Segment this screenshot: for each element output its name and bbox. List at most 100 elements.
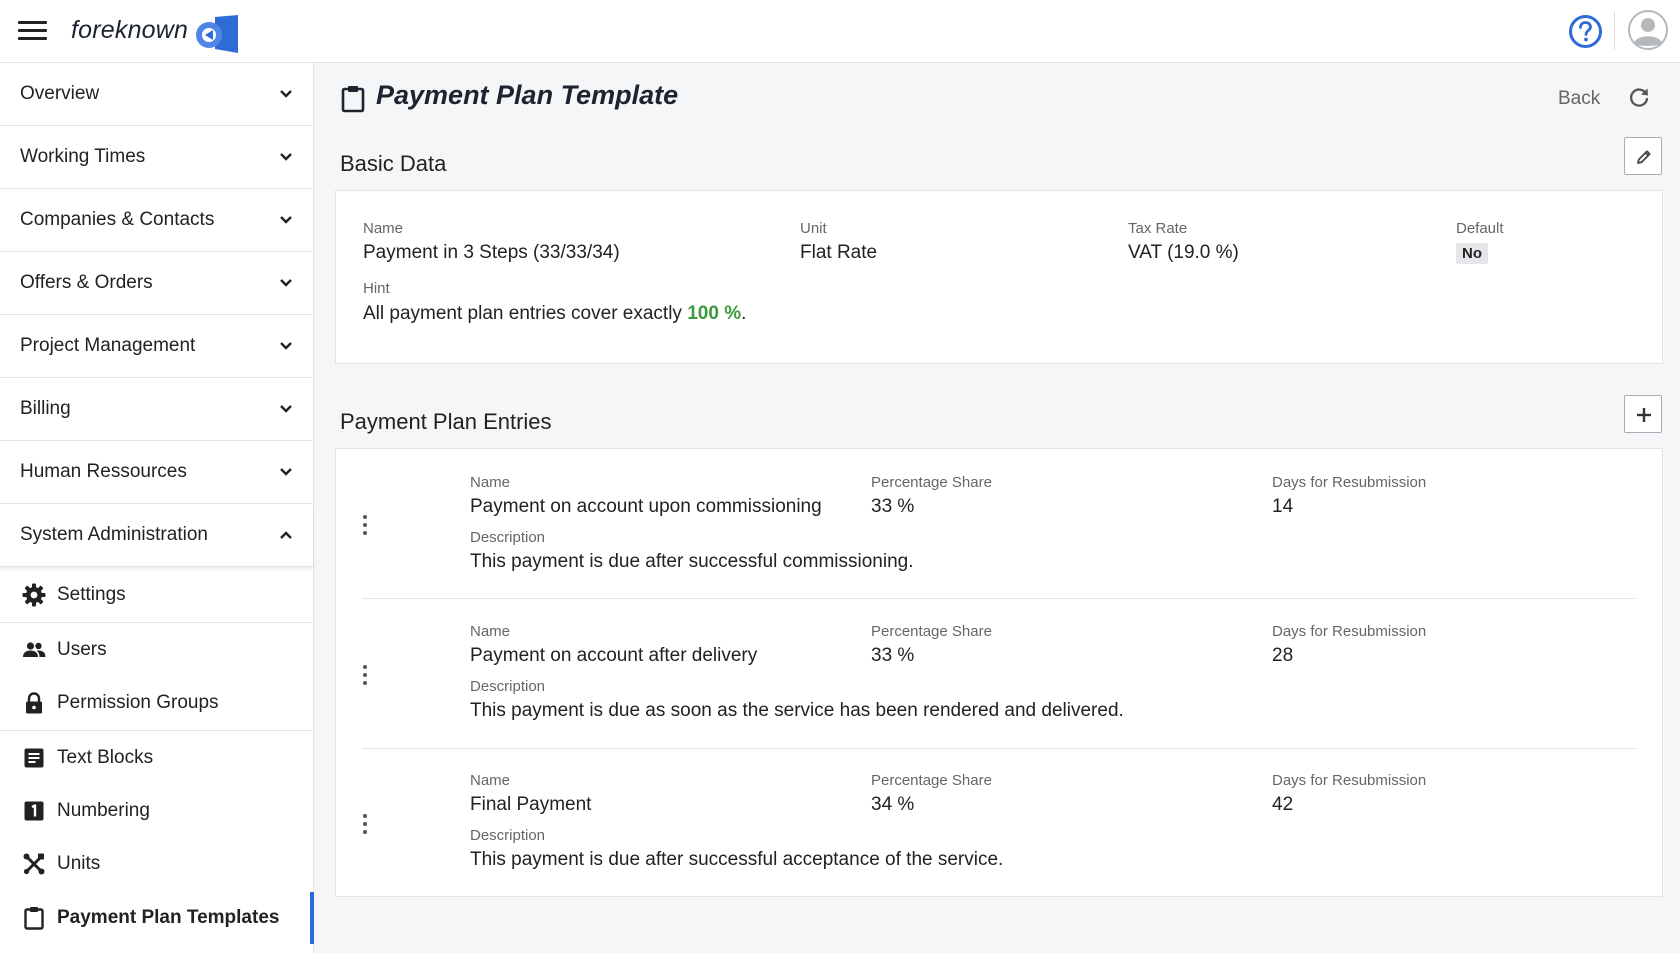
chevron-down-icon [280,216,292,224]
sidebar-group-human-ressources[interactable]: Human Ressources [0,441,313,504]
name-label: Name [363,220,404,237]
sidebar: Overview Working Times Companies & Conta… [0,63,314,953]
entry-share-value: 33 % [871,496,915,517]
active-indicator [310,892,314,944]
chevron-down-icon [280,342,292,350]
back-link[interactable]: Back [1558,88,1600,110]
sidebar-group-label: Human Ressources [20,461,187,482]
clipboard-icon [24,907,44,930]
entry-share-label: Percentage Share [871,474,992,491]
entry-description-label: Description [470,827,546,844]
hint-suffix: . [741,303,747,324]
pencil-icon [1637,150,1651,164]
sidebar-group-billing[interactable]: Billing [0,378,313,441]
sidebar-item-users[interactable]: Users [0,624,313,676]
text-document-icon [24,748,44,768]
chevron-down-icon [280,279,292,287]
hint-label: Hint [363,280,390,297]
entry-description-label: Description [470,678,546,695]
sidebar-group-working-times[interactable]: Working Times [0,126,313,189]
sidebar-group-label: Billing [20,398,71,419]
hint-prefix: All payment plan entries cover exactly [363,303,682,324]
default-badge: No [1456,243,1488,264]
basic-data-card: Name Payment in 3 Steps (33/33/34) Unit … [335,190,1663,364]
entry-name-value: Payment on account upon commissioning [470,496,822,517]
add-entry-button[interactable] [1624,395,1662,433]
default-label: Default [1456,220,1504,237]
sidebar-divider [0,622,313,623]
hamburger-icon[interactable] [18,19,47,43]
user-avatar-icon[interactable] [1628,10,1668,50]
sidebar-item-label: Users [57,639,107,660]
sidebar-group-project-management[interactable]: Project Management [0,315,313,378]
sidebar-group-label: Project Management [20,335,196,356]
unit-label: Unit [800,220,827,237]
sidebar-item-payment-plan-templates[interactable]: Payment Plan Templates [0,892,314,944]
sidebar-item-units[interactable]: Units [0,838,313,890]
logo-icon [196,15,238,53]
entries-title: Payment Plan Entries [340,409,552,434]
entry-divider [362,748,1636,749]
chevron-down-icon [280,468,292,476]
chevron-up-icon [280,531,292,539]
payment-entry: Name Final Payment Percentage Share 34 %… [360,769,1636,919]
unit-value: Flat Rate [800,242,878,263]
sidebar-item-label: Settings [57,584,126,605]
chevron-down-icon [280,153,292,161]
sidebar-item-label: Permission Groups [57,692,219,713]
tax-rate-value: VAT (19.0 %) [1128,242,1239,263]
sidebar-divider [0,730,313,731]
more-options-icon[interactable] [360,663,370,689]
refresh-icon[interactable] [1628,87,1650,109]
entry-share-label: Percentage Share [871,623,992,640]
entry-name-label: Name [470,623,511,640]
sidebar-item-permission-groups[interactable]: Permission Groups [0,677,313,729]
sidebar-group-system-administration[interactable]: System Administration [0,504,313,567]
sidebar-group-label: Working Times [20,146,146,167]
lock-icon [26,692,42,714]
sidebar-group-label: System Administration [20,524,208,545]
sidebar-group-label: Companies & Contacts [20,209,215,230]
entry-name-label: Name [470,474,511,491]
sidebar-item-numbering[interactable]: Numbering [0,785,313,837]
name-value: Payment in 3 Steps (33/33/34) [363,242,620,263]
entry-days-value: 28 [1272,645,1294,666]
sidebar-group-offers-orders[interactable]: Offers & Orders [0,252,313,315]
sidebar-item-text-blocks[interactable]: Text Blocks [0,732,313,784]
edit-button[interactable] [1624,137,1662,175]
top-divider [1614,12,1615,50]
sidebar-item-label: Units [57,853,101,874]
more-options-icon[interactable] [360,513,370,539]
entry-share-value: 34 % [871,794,915,815]
entry-description-value: This payment is due as soon as the servi… [470,700,1124,721]
sidebar-item-settings[interactable]: Settings [0,569,313,621]
clipboard-icon [341,86,365,113]
sidebar-item-label: Payment Plan Templates [57,907,280,928]
sidebar-group-label: Offers & Orders [20,272,153,293]
entry-name-value: Final Payment [470,794,592,815]
entry-description-value: This payment is due after successful acc… [470,849,1004,870]
sidebar-group-overview[interactable]: Overview [0,63,313,126]
entry-description-label: Description [470,529,546,546]
tools-icon [23,853,45,875]
sidebar-item-label: Numbering [57,800,150,821]
number-one-icon [24,801,44,821]
entry-name-label: Name [470,772,511,789]
hint-percent: 100 % [687,303,742,324]
hint-text: All payment plan entries cover exactly 1… [363,303,746,325]
entry-share-label: Percentage Share [871,772,992,789]
entry-days-label: Days for Resubmission [1272,474,1427,491]
entry-days-label: Days for Resubmission [1272,623,1427,640]
sidebar-group-companies-contacts[interactable]: Companies & Contacts [0,189,313,252]
sidebar-group-label: Overview [20,83,100,104]
help-icon[interactable] [1568,14,1603,49]
entry-divider [362,598,1636,599]
entry-name-value: Payment on account after delivery [470,645,758,666]
top-bar: foreknown [0,0,1680,63]
gear-icon [22,583,46,607]
more-options-icon[interactable] [360,812,370,838]
logo-text: foreknown [71,16,189,44]
plus-icon [1637,408,1651,422]
entry-days-value: 42 [1272,794,1294,815]
sidebar-item-label: Text Blocks [57,747,154,768]
